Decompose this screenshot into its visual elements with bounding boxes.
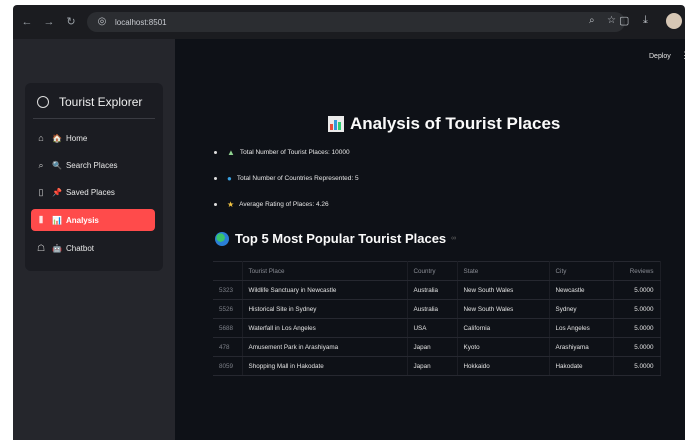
home-icon: ⌂	[38, 133, 44, 143]
sidebar-item-search-places[interactable]: ⌕ 🔍 Search Places	[31, 154, 155, 176]
globe-icon	[37, 96, 49, 108]
sidebar-menu: Tourist Explorer ⌂ 🏠 Home ⌕ 🔍 Search Pla…	[25, 83, 163, 271]
browser-toolbar: ← → ↻ ◎ localhost:8501 ⌕ ☆ ▢ ⤓	[13, 5, 685, 39]
globe-icon: ●	[227, 174, 232, 183]
table-row[interactable]: 8059 Shopping Mall in Hakodate Japan Hok…	[213, 356, 661, 376]
column-header-reviews[interactable]: Reviews	[613, 261, 661, 281]
column-header-country[interactable]: Country	[407, 261, 458, 281]
star-icon: ★	[227, 200, 235, 209]
divider	[33, 118, 155, 119]
profile-avatar[interactable]	[666, 13, 682, 29]
extensions-icon[interactable]: ▢	[619, 14, 629, 27]
robot-icon: ☖	[36, 242, 46, 253]
sidebar-item-chatbot[interactable]: ☖ 🤖 Chatbot	[31, 237, 155, 259]
chart-icon: ⫴	[39, 214, 43, 225]
bookmark-star-icon[interactable]: ☆	[607, 15, 616, 26]
mountain-icon: ▲	[227, 148, 235, 157]
robot-emoji-icon: 🤖	[52, 243, 62, 253]
download-icon[interactable]: ⤓	[643, 14, 648, 27]
sidebar-item-saved-places[interactable]: ▯ 📌 Saved Places	[31, 181, 155, 203]
site-info-icon[interactable]: ◎	[95, 15, 109, 29]
list-item: ● Total Number of Countries Represented:…	[214, 174, 359, 183]
list-item: ★ Average Rating of Places: 4.26	[214, 200, 329, 209]
column-header-index[interactable]	[213, 261, 243, 281]
pin-emoji-icon: 📌	[52, 187, 62, 197]
deploy-button[interactable]: Deploy	[649, 53, 671, 60]
anchor-link-icon[interactable]: ∞	[451, 235, 456, 242]
back-icon[interactable]: ←	[19, 14, 35, 30]
url-text: localhost:8501	[115, 17, 167, 27]
kebab-menu-icon[interactable]: ⋮	[680, 50, 688, 61]
column-header-city[interactable]: City	[549, 261, 614, 281]
table-row[interactable]: 5688 Waterfall in Los Angeles USA Califo…	[213, 318, 661, 338]
table-row[interactable]: 5526 Historical Site in Sydney Australia…	[213, 299, 661, 319]
magnifier-emoji-icon: 🔍	[52, 160, 62, 170]
bookmark-icon: ▯	[38, 186, 44, 197]
popular-places-table[interactable]: Tourist Place Country State City Reviews…	[213, 261, 661, 376]
table-row[interactable]: 5323 Wildlife Sanctuary in Newcastle Aus…	[213, 280, 661, 300]
column-header-place[interactable]: Tourist Place	[242, 261, 408, 281]
column-header-state[interactable]: State	[457, 261, 550, 281]
bar-chart-emoji-icon: 📊	[52, 215, 62, 225]
reload-icon[interactable]: ↻	[63, 14, 79, 30]
search-icon: ⌕	[38, 159, 44, 170]
house-emoji-icon: 🏠	[52, 133, 62, 143]
address-bar[interactable]: ◎ localhost:8501 ⌕ ☆	[87, 12, 625, 32]
list-item: ▲ Total Number of Tourist Places: 10000	[214, 148, 350, 157]
bar-chart-icon	[328, 116, 344, 132]
earth-icon	[215, 231, 229, 246]
table-header-row: Tourist Place Country State City Reviews	[213, 261, 661, 281]
sidebar-item-home[interactable]: ⌂ 🏠 Home	[31, 127, 155, 149]
table-title: Top 5 Most Popular Tourist Places ∞	[215, 231, 456, 246]
forward-icon[interactable]: →	[41, 14, 57, 30]
sidebar-title: Tourist Explorer	[37, 95, 142, 109]
sidebar-item-analysis[interactable]: ⫴ 📊 Analysis	[31, 209, 155, 231]
table-row[interactable]: 478 Amusement Park in Arashiyama Japan K…	[213, 337, 661, 357]
page-title: Analysis of Tourist Places	[328, 114, 560, 134]
zoom-icon[interactable]: ⌕	[589, 15, 595, 26]
